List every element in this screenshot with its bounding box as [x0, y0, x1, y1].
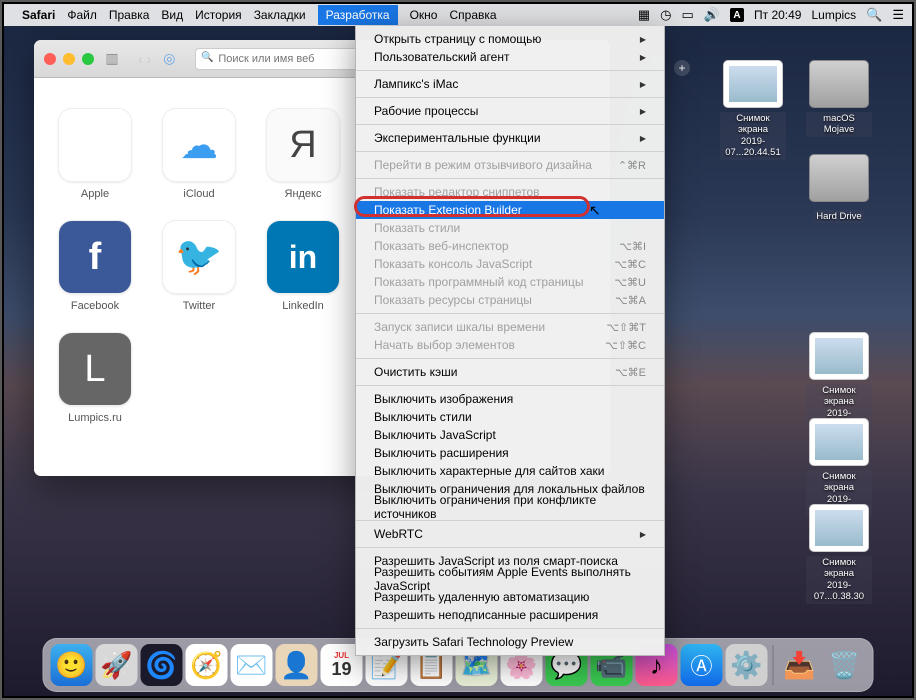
- fav-apple[interactable]: Apple: [54, 108, 136, 200]
- volume-icon[interactable]: 🔊: [704, 7, 720, 23]
- display-icon[interactable]: ▭: [682, 7, 694, 23]
- menu-responsive-design: Перейти в режим отзывчивого дизайна⌃⌘R: [356, 156, 664, 174]
- clock[interactable]: Пт 20:49: [754, 8, 801, 22]
- fav-twitter[interactable]: 🐦Twitter: [158, 220, 240, 312]
- menu-experimental[interactable]: Экспериментальные функции: [356, 129, 664, 147]
- desktop-item[interactable]: Снимок экрана2019-07...20.44.51: [720, 60, 786, 160]
- menu-develop[interactable]: Разработка: [318, 5, 398, 25]
- menu-disable-cross-origin[interactable]: Выключить ограничения при конфликте исто…: [356, 498, 664, 516]
- menu-timeline-record: Запуск записи шкалы времени⌥⇧⌘T: [356, 318, 664, 336]
- input-source-icon[interactable]: А: [730, 8, 744, 22]
- dock-safari[interactable]: 🧭: [186, 644, 228, 686]
- dock-mail[interactable]: ✉️: [231, 644, 273, 686]
- disk-icon[interactable]: ▦: [638, 7, 650, 23]
- fav-facebook[interactable]: fFacebook: [54, 220, 136, 312]
- desktop-item[interactable]: Снимок экрана2019-07...0.38.30: [806, 504, 872, 604]
- menu-show-extension-builder[interactable]: Показать Extension Builder: [356, 201, 664, 219]
- menu-bookmarks[interactable]: Закладки: [254, 8, 306, 22]
- fav-lumpics[interactable]: LLumpics.ru: [54, 332, 136, 424]
- desktop-wallpaper: Safari Файл Правка Вид История Закладки …: [4, 4, 912, 696]
- menu-snippet-editor: Показать редактор сниппетов: [356, 183, 664, 201]
- dock-contacts[interactable]: 👤: [276, 644, 318, 686]
- menubar: Safari Файл Правка Вид История Закладки …: [4, 4, 912, 26]
- menu-js-console: Показать консоль JavaScript⌥⌘C: [356, 255, 664, 273]
- menu-page-source: Показать программный код страницы⌥⌘U: [356, 273, 664, 291]
- menu-show-styles: Показать стили: [356, 219, 664, 237]
- dock-siri[interactable]: 🌀: [141, 644, 183, 686]
- fav-icloud[interactable]: ☁iCloud: [158, 108, 240, 200]
- dock-appstore[interactable]: Ⓐ: [681, 644, 723, 686]
- menu-service-workers[interactable]: Рабочие процессы: [356, 102, 664, 120]
- cursor-icon: ↖: [589, 202, 601, 219]
- menu-webrtc[interactable]: WebRTC: [356, 525, 664, 543]
- menu-disable-images[interactable]: Выключить изображения: [356, 390, 664, 408]
- menu-view[interactable]: Вид: [161, 8, 183, 22]
- menu-device[interactable]: Лампикс's iMac: [356, 75, 664, 93]
- menu-web-inspector: Показать веб-инспектор⌥⌘I: [356, 237, 664, 255]
- sidebar-toggle-icon[interactable]: ▥: [102, 50, 122, 67]
- sidebar-icon[interactable]: ☰: [892, 7, 904, 23]
- menu-disable-site-hacks[interactable]: Выключить характерные для сайтов хаки: [356, 462, 664, 480]
- dock-separator: [773, 645, 774, 685]
- dock-launchpad[interactable]: 🚀: [96, 644, 138, 686]
- menu-edit[interactable]: Правка: [109, 8, 150, 22]
- menu-file[interactable]: Файл: [67, 8, 97, 22]
- forward-icon[interactable]: ›: [147, 51, 152, 67]
- menu-user-agent[interactable]: Пользовательский агент: [356, 48, 664, 66]
- menu-empty-caches[interactable]: Очистить кэши⌥⌘E: [356, 363, 664, 381]
- menu-help[interactable]: Справка: [449, 8, 496, 22]
- back-icon[interactable]: ‹: [138, 51, 143, 67]
- stack-add-icon[interactable]: +: [674, 60, 690, 76]
- shield-icon[interactable]: ◎: [159, 50, 179, 67]
- dock-trash[interactable]: 🗑️: [824, 644, 866, 686]
- desktop-item[interactable]: macOS Mojave: [806, 60, 872, 137]
- menu-history[interactable]: История: [195, 8, 242, 22]
- app-name[interactable]: Safari: [22, 8, 55, 22]
- user-name[interactable]: Lumpics: [811, 8, 856, 22]
- menu-disable-styles[interactable]: Выключить стили: [356, 408, 664, 426]
- fav-yandex[interactable]: ЯЯндекс: [262, 108, 344, 200]
- timemachine-icon[interactable]: ◷: [660, 7, 671, 23]
- dock-preferences[interactable]: ⚙️: [726, 644, 768, 686]
- menu-allow-apple-events-js[interactable]: Разрешить событиям Apple Events выполнят…: [356, 570, 664, 588]
- menu-page-resources: Показать ресурсы страницы⌥⌘A: [356, 291, 664, 309]
- menu-disable-extensions[interactable]: Выключить расширения: [356, 444, 664, 462]
- menu-disable-js[interactable]: Выключить JavaScript: [356, 426, 664, 444]
- dock-downloads[interactable]: 📥: [779, 644, 821, 686]
- menu-download-stp[interactable]: Загрузить Safari Technology Preview: [356, 633, 664, 651]
- desktop-item[interactable]: Hard Drive: [806, 154, 872, 224]
- menu-allow-unsigned-extensions[interactable]: Разрешить неподписанные расширения: [356, 606, 664, 624]
- fav-linkedin[interactable]: inLinkedIn: [262, 220, 344, 312]
- dock-finder[interactable]: 🙂: [51, 644, 93, 686]
- menu-open-page-with[interactable]: Открыть страницу с помощью: [356, 30, 664, 48]
- traffic-lights[interactable]: [44, 53, 94, 65]
- menu-element-select: Начать выбор элементов⌥⇧⌘C: [356, 336, 664, 354]
- develop-dropdown-menu: Открыть страницу с помощью Пользовательс…: [355, 26, 665, 656]
- menu-window[interactable]: Окно: [410, 8, 438, 22]
- spotlight-icon[interactable]: 🔍: [866, 7, 882, 23]
